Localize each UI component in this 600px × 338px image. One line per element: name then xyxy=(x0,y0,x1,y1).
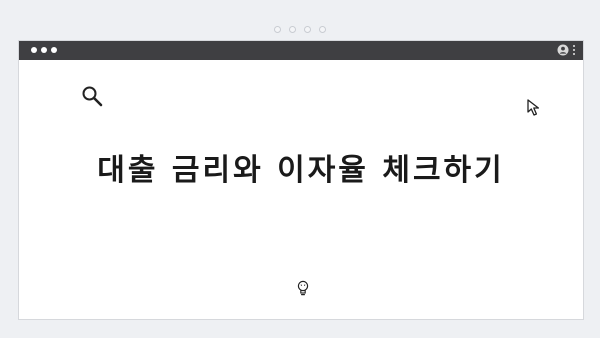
page-dot xyxy=(289,26,296,33)
user-icon[interactable] xyxy=(557,44,569,56)
browser-window: 대출 금리와 이자율 체크하기 xyxy=(18,40,584,320)
page-indicator xyxy=(0,26,600,33)
window-minimize-button[interactable] xyxy=(41,47,47,53)
window-close-button[interactable] xyxy=(31,47,37,53)
page-dot xyxy=(319,26,326,33)
page-title: 대출 금리와 이자율 체크하기 xyxy=(97,153,505,188)
window-titlebar xyxy=(19,41,583,60)
page-dot xyxy=(274,26,281,33)
cursor-arrow-icon xyxy=(527,99,540,116)
search-icon[interactable] xyxy=(81,85,103,107)
window-controls xyxy=(31,47,57,53)
lightbulb-icon xyxy=(297,280,309,296)
screen: 대출 금리와 이자율 체크하기 xyxy=(0,0,600,338)
titlebar-actions xyxy=(557,44,575,56)
page-dot xyxy=(304,26,311,33)
window-maximize-button[interactable] xyxy=(51,47,57,53)
kebab-menu-icon[interactable] xyxy=(573,45,575,55)
